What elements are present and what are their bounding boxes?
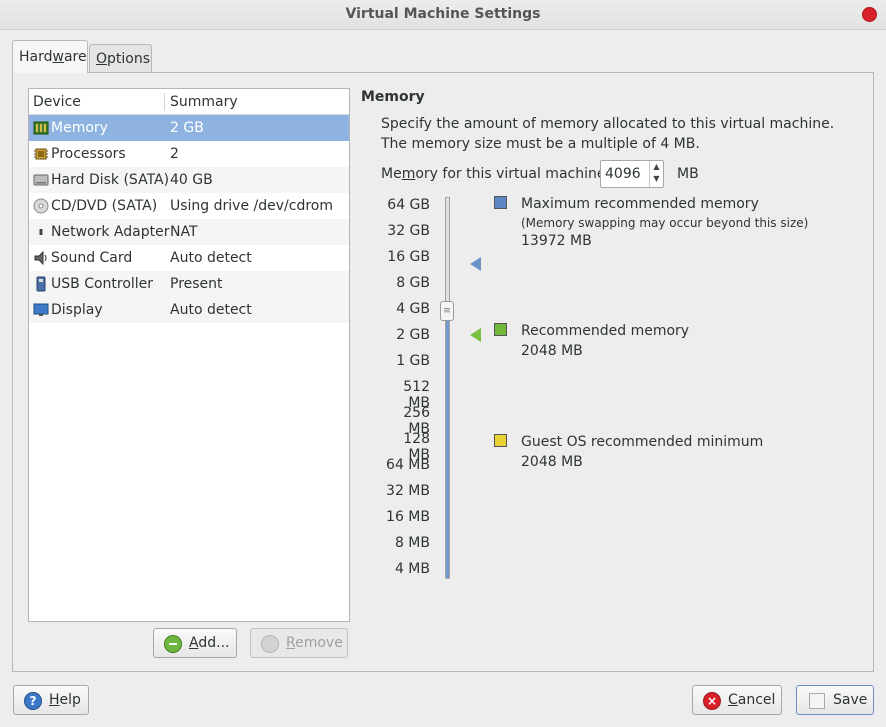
memory-slider-unfilled[interactable] bbox=[445, 197, 450, 305]
scale-label: 4 MB bbox=[394, 561, 430, 577]
scale-label: 16 GB bbox=[387, 249, 430, 265]
remove-button-label: Remove bbox=[286, 635, 343, 651]
device-summary: 2 bbox=[170, 146, 179, 162]
device-summary: 2 GB bbox=[170, 120, 204, 136]
help-button-label: Help bbox=[49, 692, 81, 708]
tab-options-accel: O bbox=[96, 51, 108, 67]
tab-options-label: ptions bbox=[107, 51, 151, 67]
scale-label: 8 GB bbox=[396, 275, 430, 291]
column-separator bbox=[164, 93, 165, 111]
device-name: USB Controller bbox=[51, 276, 154, 292]
device-row-sound-card[interactable]: Sound Card Auto detect bbox=[29, 245, 349, 271]
device-summary: Auto detect bbox=[170, 250, 252, 266]
remove-button[interactable]: Remove bbox=[250, 628, 348, 658]
remove-icon bbox=[261, 635, 279, 653]
device-summary: Auto detect bbox=[170, 302, 252, 318]
help-button[interactable]: ? Help bbox=[13, 685, 89, 715]
device-row-processors[interactable]: Processors 2 bbox=[29, 141, 349, 167]
memory-description: Specify the amount of memory allocated t… bbox=[381, 116, 835, 152]
tab-hardware-label-b: are bbox=[63, 49, 87, 65]
add-icon bbox=[164, 635, 182, 653]
guest-min-swatch bbox=[494, 434, 507, 447]
tab-hardware-label-a: Hard bbox=[19, 49, 53, 65]
memory-size-value[interactable]: 4096 bbox=[605, 166, 641, 182]
guest-min-value: 2048 MB bbox=[521, 454, 583, 470]
tab-options[interactable]: Options bbox=[89, 44, 152, 72]
scale-label: 64 GB bbox=[387, 197, 430, 213]
max-recommended-swatch bbox=[494, 196, 507, 209]
display-icon bbox=[33, 302, 49, 318]
tab-hardware[interactable]: Hardware bbox=[12, 40, 88, 73]
recommended-swatch bbox=[494, 323, 507, 336]
scale-label: 32 GB bbox=[387, 223, 430, 239]
window-title: Virtual Machine Settings bbox=[345, 6, 541, 22]
add-button-label: Add... bbox=[189, 635, 230, 651]
max-recommended-value: 13972 MB bbox=[521, 233, 592, 249]
memory-size-label: Memory for this virtual machine: bbox=[381, 166, 611, 182]
save-icon bbox=[809, 693, 825, 709]
scale-label: 16 MB bbox=[386, 509, 430, 525]
device-summary: 40 GB bbox=[170, 172, 213, 188]
device-summary: NAT bbox=[170, 224, 198, 240]
scale-label: 8 MB bbox=[394, 535, 430, 551]
device-name: Network Adapter bbox=[51, 224, 170, 240]
memory-heading: Memory bbox=[361, 89, 425, 105]
device-list[interactable]: Device Summary Memory 2 GB Processors 2 bbox=[28, 88, 350, 622]
recommended-title: Recommended memory bbox=[521, 323, 690, 339]
device-name: Hard Disk (SATA) bbox=[51, 172, 170, 188]
hard-disk-icon bbox=[33, 172, 49, 188]
max-recommended-title: Maximum recommended memory bbox=[521, 196, 759, 212]
scale-label: 4 GB bbox=[396, 301, 430, 317]
memory-slider-thumb[interactable]: ≡ bbox=[440, 301, 454, 321]
spin-up-icon[interactable]: ▲ bbox=[650, 161, 663, 173]
scale-label: 64 MB bbox=[386, 457, 430, 473]
device-rows: Memory 2 GB Processors 2 Hard Disk (SATA… bbox=[29, 115, 349, 323]
sound-card-icon bbox=[33, 250, 49, 266]
device-row-hard-disk[interactable]: Hard Disk (SATA) 40 GB bbox=[29, 167, 349, 193]
device-row-memory[interactable]: Memory 2 GB bbox=[29, 115, 349, 141]
scale-label: 1 GB bbox=[396, 353, 430, 369]
guest-min-title: Guest OS recommended minimum bbox=[521, 434, 764, 450]
cancel-button-label: Cancel bbox=[728, 692, 776, 708]
title-bar: Virtual Machine Settings bbox=[0, 0, 886, 30]
scale-label: 2 GB bbox=[396, 327, 430, 343]
spinner-arrows[interactable]: ▲ ▼ bbox=[649, 161, 663, 187]
processor-icon bbox=[33, 146, 49, 162]
hardware-panel: Device Summary Memory 2 GB Processors 2 bbox=[12, 72, 874, 672]
device-name: CD/DVD (SATA) bbox=[51, 198, 158, 214]
save-button-label: Save bbox=[833, 692, 868, 708]
add-button[interactable]: Add... bbox=[153, 628, 237, 658]
device-name: Display bbox=[51, 302, 103, 318]
network-icon bbox=[33, 224, 49, 240]
device-list-header: Device Summary bbox=[29, 89, 349, 115]
tab-hardware-accel: w bbox=[52, 49, 64, 65]
device-summary: Present bbox=[170, 276, 223, 292]
column-header-summary[interactable]: Summary bbox=[170, 94, 238, 110]
device-name: Memory bbox=[51, 120, 108, 136]
spin-down-icon[interactable]: ▼ bbox=[650, 173, 663, 185]
max-recommended-marker-icon bbox=[470, 257, 481, 271]
memory-icon bbox=[33, 120, 49, 136]
max-recommended-note: (Memory swapping may occur beyond this s… bbox=[521, 216, 809, 230]
device-row-network[interactable]: Network Adapter NAT bbox=[29, 219, 349, 245]
memory-unit: MB bbox=[677, 166, 699, 182]
device-row-display[interactable]: Display Auto detect bbox=[29, 297, 349, 323]
close-button[interactable] bbox=[862, 7, 877, 22]
device-row-usb[interactable]: USB Controller Present bbox=[29, 271, 349, 297]
device-name: Processors bbox=[51, 146, 126, 162]
recommended-value: 2048 MB bbox=[521, 343, 583, 359]
help-icon: ? bbox=[24, 692, 42, 710]
usb-icon bbox=[33, 276, 49, 292]
device-name: Sound Card bbox=[51, 250, 133, 266]
column-header-device[interactable]: Device bbox=[33, 94, 81, 110]
recommended-marker-icon bbox=[470, 328, 481, 342]
cd-dvd-icon bbox=[33, 198, 49, 214]
save-button[interactable]: Save bbox=[796, 685, 874, 715]
scale-label: 32 MB bbox=[386, 483, 430, 499]
cancel-button[interactable]: × Cancel bbox=[692, 685, 782, 715]
device-row-cd-dvd[interactable]: CD/DVD (SATA) Using drive /dev/cdrom bbox=[29, 193, 349, 219]
device-summary: Using drive /dev/cdrom bbox=[170, 198, 333, 214]
cancel-icon: × bbox=[703, 692, 721, 710]
memory-size-spinner[interactable]: 4096 ▲ ▼ bbox=[600, 160, 664, 188]
